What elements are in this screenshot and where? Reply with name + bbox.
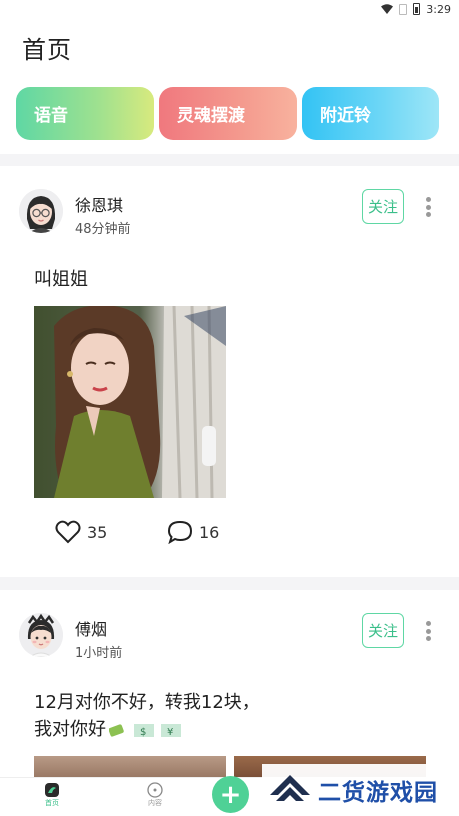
post-time: 48分钟前 (75, 222, 131, 237)
add-post-button[interactable]: + (212, 776, 249, 813)
battery-icon (413, 3, 421, 15)
follow-button[interactable]: 关注 (362, 613, 404, 648)
avatar[interactable] (19, 613, 63, 657)
status-bar: 3:29 (0, 0, 459, 18)
like-count: 35 (87, 522, 108, 542)
post-time: 1小时前 (75, 646, 123, 661)
post-actions: 35 16 (55, 520, 219, 544)
wifi-icon (381, 4, 394, 14)
nav-home-label: 首页 (45, 799, 59, 807)
soul-ferry-chip[interactable]: 灵魂摆渡 (159, 87, 297, 140)
like-button[interactable]: 35 (55, 520, 167, 544)
nav-home[interactable]: 首页 (32, 782, 72, 808)
follow-button[interactable]: 关注 (362, 189, 404, 224)
svg-text:$: $ (140, 727, 146, 738)
post-text-line: 12月对你不好，转我12块， (34, 692, 260, 713)
username[interactable]: 徐恩琪 (75, 192, 123, 216)
post-card: 徐恩琪 48分钟前 关注 叫姐姐 35 16 (0, 166, 459, 577)
username[interactable]: 傅烟 (75, 616, 107, 640)
post-text: 叫姐姐 (34, 269, 88, 290)
post-text-line: 我对你好 (34, 719, 106, 740)
comment-button[interactable]: 16 (167, 520, 219, 544)
avatar-illustration (19, 613, 63, 657)
more-options-icon[interactable] (420, 618, 436, 644)
compass-icon (147, 782, 163, 798)
watermark: 二货游戏园 (262, 764, 459, 816)
avatar-illustration (19, 189, 63, 233)
watermark-logo-icon (270, 775, 310, 801)
nav-content-label: 内容 (148, 799, 162, 807)
heart-icon (55, 520, 81, 544)
more-options-icon[interactable] (420, 194, 436, 220)
comment-icon (167, 520, 193, 544)
header: 首页 语音 灵魂摆渡 附近铃 (0, 18, 459, 154)
comment-count: 16 (199, 522, 220, 542)
money-emoji-icon: $ ¥ (109, 723, 181, 738)
nearby-chip-label: 附近铃 (320, 106, 371, 126)
voice-chip[interactable]: 语音 (16, 87, 154, 140)
nav-content[interactable]: 内容 (135, 782, 175, 808)
avatar[interactable] (19, 189, 63, 233)
soul-ferry-chip-label: 灵魂摆渡 (177, 106, 245, 126)
svg-text:¥: ¥ (167, 727, 173, 738)
watermark-text: 二货游戏园 (318, 780, 438, 806)
post-card: 傅烟 1小时前 关注 12月对你不好，转我12块， 我对你好 $ ¥ (0, 590, 459, 786)
post-photo[interactable] (34, 306, 226, 498)
app-screen: 3:29 首页 语音 灵魂摆渡 附近铃 徐恩琪 48分钟前 关注 叫姐姐 35 … (0, 0, 459, 816)
status-time: 3:29 (426, 2, 451, 16)
nearby-chip[interactable]: 附近铃 (302, 87, 439, 140)
sim-icon (399, 3, 408, 15)
post-photo-image (34, 306, 226, 498)
home-icon (45, 783, 59, 797)
post-text: 12月对你不好，转我12块， 我对你好 $ ¥ (34, 689, 260, 743)
voice-chip-label: 语音 (34, 106, 68, 126)
page-title: 首页 (22, 36, 72, 64)
